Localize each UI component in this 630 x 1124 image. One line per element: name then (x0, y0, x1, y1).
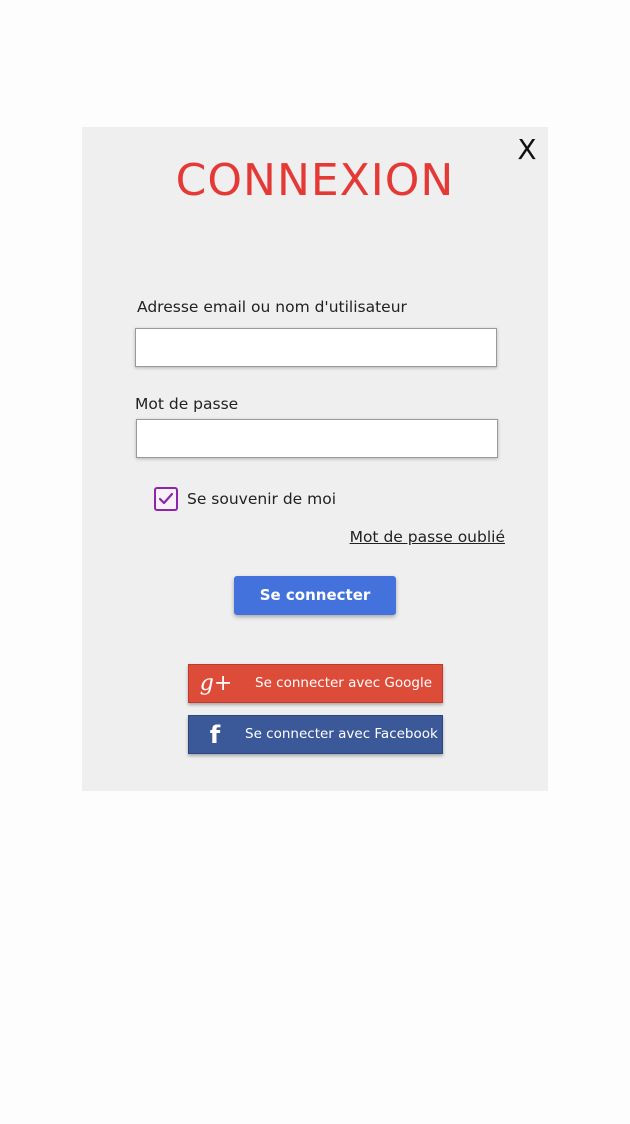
facebook-login-label: Se connecter avec Facebook (245, 726, 438, 742)
remember-me-checkbox[interactable] (154, 487, 178, 511)
password-field[interactable] (136, 419, 498, 458)
google-login-label: Se connecter avec Google (255, 675, 433, 691)
google-login-button[interactable]: g+ Se connecter avec Google (188, 664, 443, 703)
login-button[interactable]: Se connecter (234, 576, 396, 615)
remember-me-label[interactable]: Se souvenir de moi (187, 489, 336, 509)
facebook-icon: f (209, 721, 221, 749)
password-label: Mot de passe (135, 395, 239, 413)
email-field[interactable] (135, 328, 497, 367)
page: X CONNEXION Adresse email ou nom d'utili… (0, 0, 630, 1124)
email-label: Adresse email ou nom d'utilisateur (137, 298, 407, 316)
google-plus-icon: g+ (199, 671, 233, 696)
dialog-title: CONNEXION (175, 155, 455, 206)
checkmark-icon (158, 492, 174, 505)
login-dialog: X CONNEXION Adresse email ou nom d'utili… (82, 127, 548, 791)
forgot-password-link[interactable]: Mot de passe oublié (350, 527, 505, 547)
facebook-login-button[interactable]: f Se connecter avec Facebook (188, 715, 443, 754)
